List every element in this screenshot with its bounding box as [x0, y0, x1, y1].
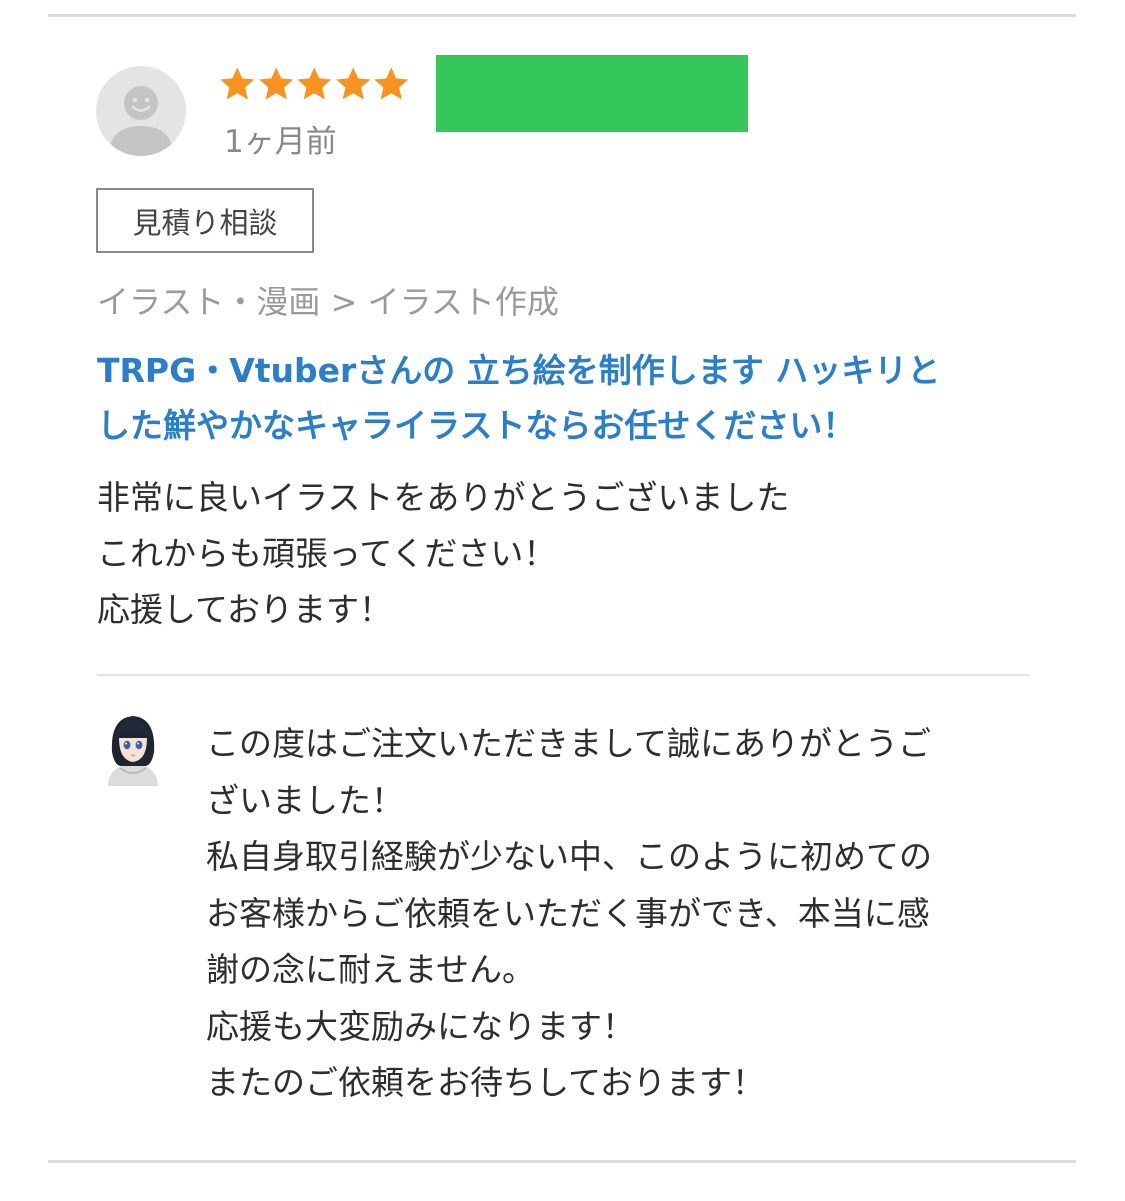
- star-icon: [335, 67, 370, 100]
- review-text-line: 非常に良いイラストをありがとうございました: [97, 478, 790, 517]
- service-title-link[interactable]: TRPG・Vtuberさんの 立ち絵を制作します ハッキリと した鮮やかなキャラ…: [97, 343, 1037, 453]
- reply-text-line: 応援も大変励みになります！: [206, 1006, 635, 1046]
- reviewer-avatar-icon[interactable]: [96, 66, 186, 156]
- redacted-username: [436, 55, 748, 132]
- category-breadcrumb[interactable]: イラスト・漫画 > イラスト作成: [97, 280, 559, 324]
- review-time-ago: 1ヶ月前: [224, 124, 337, 160]
- service-title-line: TRPG・Vtuberさんの 立ち絵を制作します ハッキリと: [97, 351, 941, 390]
- review-text-line: 応援しております！: [97, 590, 393, 629]
- seller-avatar-icon[interactable]: [102, 712, 164, 786]
- star-icon: [220, 67, 255, 100]
- review-text-line: これからも頑張ってください！: [97, 534, 557, 573]
- bottom-divider: [48, 1160, 1076, 1163]
- reply-text-line: ざいました！: [206, 780, 404, 820]
- top-divider: [48, 14, 1076, 17]
- reply-text-line: お客様からご依頼をいただく事ができ、本当に感: [206, 893, 930, 933]
- service-title-line: した鮮やかなキャライラストならお任せください！: [97, 406, 856, 445]
- star-icon: [374, 67, 409, 100]
- estimate-consultation-badge: 見積り相談: [96, 188, 314, 253]
- reply-text-line: この度はご注文いただきまして誠にありがとうご: [206, 724, 932, 763]
- reply-text-line: またのご依頼をお待ちしております！: [206, 1063, 766, 1102]
- reply-text-line: 謝の念に耐えません。: [206, 950, 536, 989]
- reply-text-line: 私自身取引経験が少ない中、このように初めての: [206, 837, 932, 876]
- rating-stars: [218, 64, 411, 108]
- star-icon: [258, 67, 293, 100]
- star-icon: [297, 67, 332, 100]
- review-text: 非常に良いイラストをありがとうございました これからも頑張ってください！ 応援し…: [97, 470, 789, 638]
- seller-reply-text: この度はご注文いただきまして誠にありがとうご ざいました！ 私自身取引経験が少な…: [206, 716, 932, 1112]
- reply-divider: [97, 674, 1029, 676]
